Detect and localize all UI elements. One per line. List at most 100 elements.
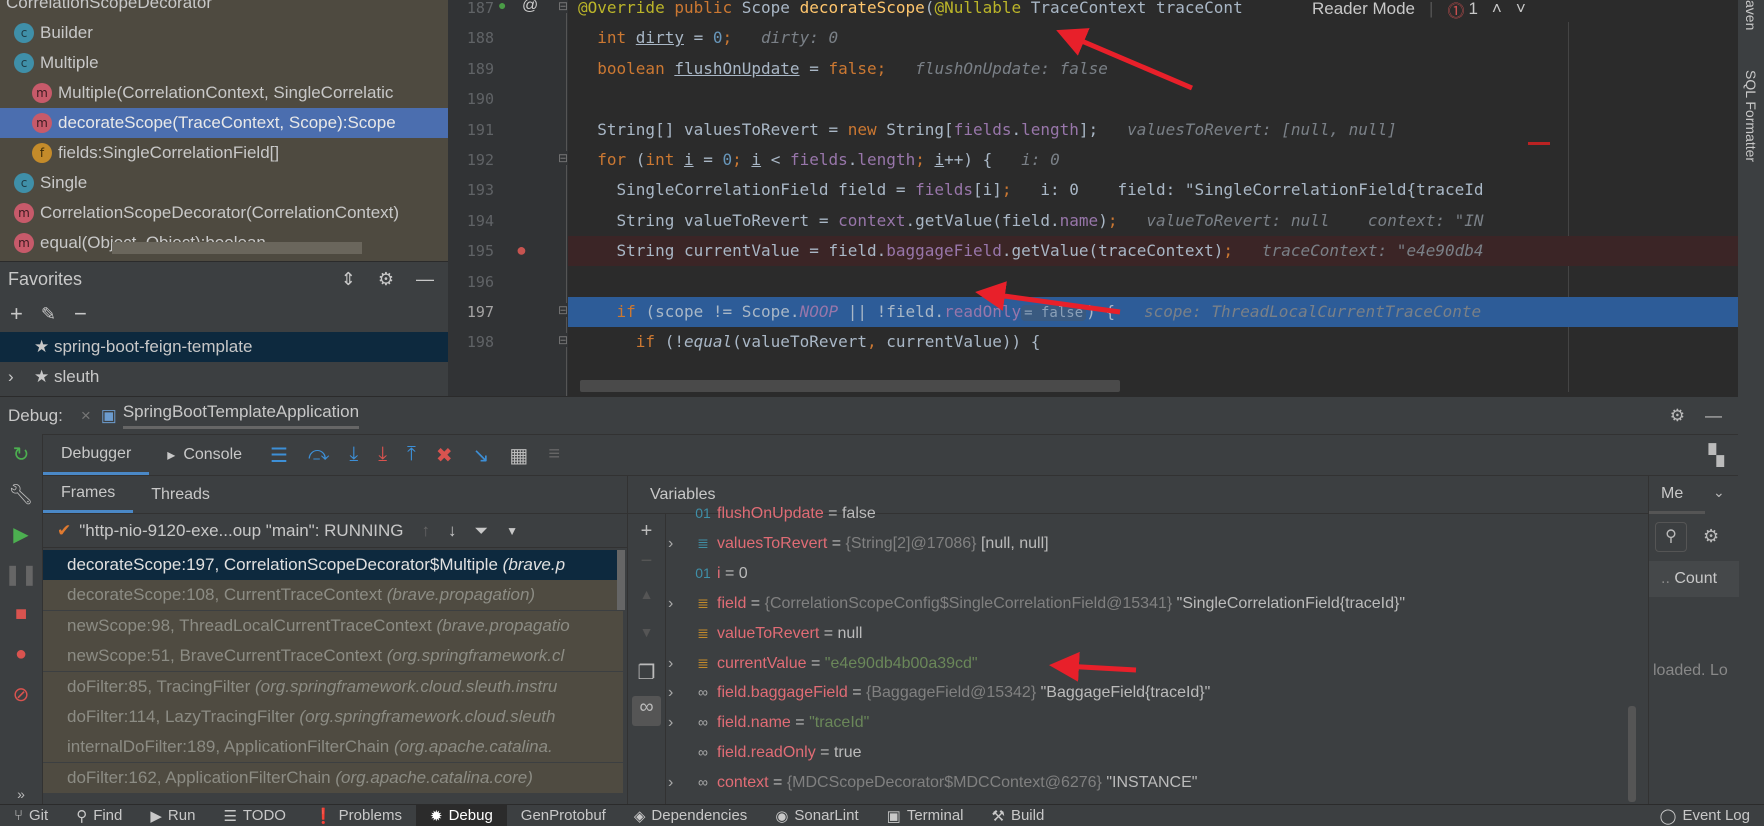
code-line[interactable]: boolean flushOnUpdate = false; flushOnUp… — [568, 54, 1738, 84]
force-step-into-icon[interactable]: ⤓ — [378, 443, 387, 468]
code-line[interactable] — [568, 84, 1738, 114]
tree-horizontal-scrollbar[interactable] — [112, 242, 362, 254]
favorite-item[interactable]: › ★ sleuth — [0, 362, 448, 392]
tab-memory[interactable]: Me — [1649, 476, 1705, 514]
fold-icon[interactable]: ⊟ — [558, 303, 569, 317]
chevron-right-icon[interactable]: › — [668, 768, 694, 798]
code-line[interactable]: if (scope != Scope.NOOP || !field.readOn… — [568, 297, 1738, 327]
edit-pencil-icon[interactable]: ✎ — [41, 304, 56, 325]
tree-item[interactable]: f fields:SingleCorrelationField[] — [0, 138, 448, 168]
evaluate-expression-icon[interactable]: ▦ — [509, 443, 528, 468]
add-watch-icon[interactable]: + — [628, 520, 665, 550]
chevron-right-icon[interactable]: › — [668, 678, 694, 708]
thread-selector[interactable]: ✔ "http-nio-9120-exe...oup "main": RUNNI… — [43, 514, 627, 548]
mute-breakpoints-icon[interactable]: ⊘ — [0, 674, 42, 714]
rerun-icon[interactable]: ↻ — [0, 434, 42, 474]
chevron-right-icon[interactable]: › — [8, 367, 34, 387]
count-column-header[interactable]: .. Count — [1649, 561, 1739, 597]
tree-item[interactable]: c Builder — [0, 18, 448, 48]
arrow-down-icon[interactable]: ↓ — [448, 521, 457, 541]
resume-icon[interactable]: ▶ — [0, 514, 42, 554]
remove-watch-icon[interactable]: − — [628, 550, 665, 586]
code-line[interactable]: SingleCorrelationField field = fields[i]… — [568, 175, 1738, 205]
tool-window-run[interactable]: ▶ Run — [136, 805, 209, 826]
favorite-item[interactable]: ★ spring-boot-feign-template — [0, 332, 448, 362]
trace-icon[interactable]: ≡ — [548, 443, 560, 468]
fold-icon[interactable]: ⊟ — [558, 151, 569, 165]
code-line[interactable]: @Override public Scope decorateScope(@Nu… — [568, 0, 1738, 23]
tool-window-git[interactable]: ⑂ Git — [0, 805, 62, 826]
watches-toggle-icon[interactable]: ∞ — [632, 696, 661, 726]
tree-item[interactable]: m CorrelationScopeDecorator(CorrelationCo… — [0, 198, 448, 228]
gear-icon[interactable]: ⚙ — [1703, 526, 1719, 547]
breakpoint-icon[interactable]: ● — [516, 240, 527, 261]
run-to-cursor-icon[interactable]: ↘ — [473, 443, 490, 468]
tool-window-problems[interactable]: ❗ Problems — [300, 805, 416, 826]
code-line[interactable]: String[] valuesToRevert = new String[fie… — [568, 115, 1738, 145]
frame-row[interactable]: internalDoFilter:189, ApplicationFilterC… — [43, 732, 623, 763]
code-line[interactable] — [568, 267, 1738, 297]
move-down-icon[interactable]: ▼ — [628, 624, 665, 660]
variable-row[interactable]: › ∞ field.name = "traceId" — [668, 707, 869, 737]
frame-row[interactable]: newScope:98, ThreadLocalCurrentTraceCont… — [43, 610, 623, 641]
event-log-button[interactable]: ◯ Event Log — [1646, 805, 1764, 826]
horizontal-scrollbar[interactable] — [580, 380, 1120, 392]
maven-tab[interactable]: aven — [1743, 0, 1759, 30]
editor-gutter[interactable]: 187 ● @188 189 190 191 192 193 194 195 ● 196 197 198 — [448, 0, 568, 396]
copy-icon[interactable]: ❐ — [628, 660, 665, 696]
tool-window-todo[interactable]: ☰ TODO — [209, 805, 300, 826]
tool-window-build[interactable]: ⚒ Build — [978, 805, 1059, 826]
tree-item[interactable]: c Single — [0, 168, 448, 198]
tool-window-find[interactable]: ⚲ Find — [62, 805, 136, 826]
vertical-scrollbar[interactable] — [1628, 706, 1636, 802]
tree-item[interactable]: m Multiple(CorrelationContext, SingleCorr… — [0, 78, 448, 108]
frame-row[interactable]: decorateScope:108, CurrentTraceContext (… — [43, 580, 623, 611]
chevron-right-icon[interactable]: › — [668, 589, 694, 619]
frame-row[interactable]: doFilter:114, LazyTracingFilter (org.spr… — [43, 702, 623, 732]
variable-row[interactable]: ≣ valueToRevert = null — [668, 618, 862, 648]
tool-window-dependencies[interactable]: ◈ Dependencies — [620, 805, 761, 826]
frame-row[interactable]: doFilter:162, ApplicationFilterChain (or… — [43, 762, 623, 793]
fold-icon[interactable]: ⊟ — [558, 0, 569, 13]
minimize-icon[interactable]: — — [1705, 406, 1722, 426]
filter-icon[interactable]: ⏷ — [475, 521, 489, 541]
tree-header[interactable]: CorrelationScopeDecorator — [0, 0, 448, 18]
code-line[interactable]: String valueToRevert = context.getValue(… — [568, 206, 1738, 236]
code-line[interactable]: int dirty = 0; dirty: 0 — [568, 23, 1738, 53]
step-out-icon[interactable]: ⤒ — [407, 443, 416, 468]
frame-row[interactable]: doFilter:85, TracingFilter (org.springfr… — [43, 671, 623, 702]
tab-threads[interactable]: Threads — [133, 476, 228, 513]
session-tab[interactable]: SpringBootTemplateApplication — [122, 402, 360, 429]
gear-icon[interactable]: ⚙ — [1670, 406, 1685, 426]
tab-frames[interactable]: Frames — [43, 476, 134, 513]
tree-item[interactable]: c Multiple — [0, 48, 448, 78]
chevron-down-icon[interactable]: ⌄ — [1713, 484, 1725, 501]
add-icon[interactable]: + — [10, 301, 23, 327]
variable-row[interactable]: › ≣ currentValue = "e4e90db4b00a39cd" — [668, 648, 978, 678]
search-icon[interactable]: ⚲ — [1655, 522, 1687, 552]
move-up-icon[interactable]: ▲ — [628, 586, 665, 624]
layout-icon[interactable]: ▚ — [1709, 443, 1738, 468]
tab-debugger[interactable]: Debugger — [43, 435, 150, 475]
arrow-up-icon[interactable]: ↑ — [422, 521, 431, 541]
variable-row[interactable]: › ∞ field.baggageField = {BaggageField@153… — [668, 677, 1210, 707]
code-line[interactable]: for (int i = 0; i < fields.length; i++) … — [568, 145, 1738, 175]
tool-window-terminal[interactable]: ▣ Terminal — [873, 805, 978, 826]
gear-icon[interactable]: ⚙ — [378, 269, 394, 290]
view-breakpoints-icon[interactable]: ● — [0, 634, 42, 674]
chevron-right-icon[interactable]: › — [668, 708, 694, 738]
close-session-icon[interactable]: × — [81, 406, 91, 426]
annotation-icon[interactable]: @ — [522, 0, 538, 15]
step-over-icon[interactable]: ⤼ — [308, 443, 329, 468]
frame-row[interactable]: decorateScope:197, CorrelationScopeDecor… — [43, 550, 623, 580]
variable-row[interactable]: 01 flushOnUpdate = false — [668, 498, 876, 528]
code-line[interactable]: String currentValue = field.baggageField… — [568, 236, 1738, 267]
tool-window-sonarlint[interactable]: ◉ SonarLint — [761, 805, 872, 826]
tool-window-debug[interactable]: ✹ Debug — [416, 805, 507, 826]
dropdown-icon[interactable]: ▼ — [506, 524, 518, 538]
variable-row[interactable]: › ≣ valuesToRevert = {String[2]@17086} [nu… — [668, 528, 1049, 558]
chevron-right-icon[interactable]: › — [668, 529, 694, 559]
stop-icon[interactable]: ■ — [0, 594, 42, 634]
variable-row[interactable]: › ≣ field = {CorrelationScopeConfig$Single… — [668, 588, 1405, 618]
chevron-right-icon[interactable]: › — [668, 649, 694, 679]
